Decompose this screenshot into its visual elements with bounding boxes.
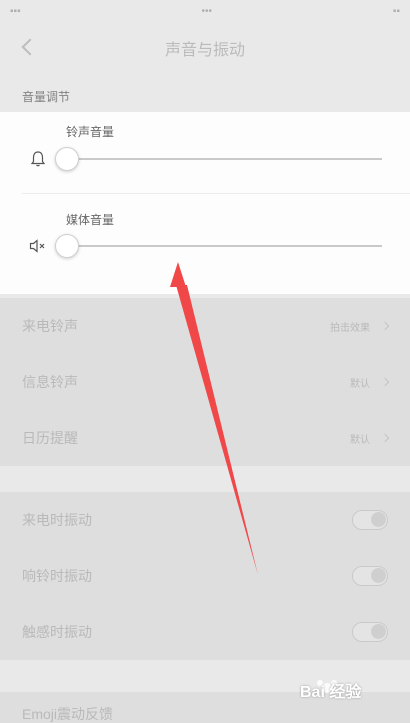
- battery-text: ▪▪: [392, 5, 400, 17]
- volume-card: 铃声音量 媒体音量: [0, 112, 410, 294]
- ringtone-setting-value: 拍击效果: [330, 322, 370, 334]
- vibration-settings-group: 来电时振动 响铃时振动 触感时振动: [0, 492, 410, 660]
- vibrate-on-touch-label: 触感时振动: [22, 624, 92, 640]
- vibrate-on-call-row: 来电时振动: [0, 492, 410, 548]
- speaker-muted-icon: [28, 236, 48, 256]
- divider: [22, 193, 410, 194]
- message-tone-value: 默认: [350, 378, 370, 390]
- page-title: 声音与振动: [164, 42, 245, 59]
- chevron-right-icon: [380, 321, 390, 331]
- chevron-right-icon: [380, 433, 390, 443]
- media-volume-row: 媒体音量: [0, 198, 410, 284]
- media-volume-track[interactable]: [66, 245, 382, 247]
- ringtone-setting-label: 来电铃声: [22, 318, 78, 334]
- media-volume-label: 媒体音量: [66, 213, 115, 227]
- status-bar: ▪▪▪ ••• ▪▪: [0, 0, 410, 22]
- vibrate-on-touch-row: 触感时振动: [0, 604, 410, 660]
- vibrate-on-call-toggle[interactable]: [352, 510, 388, 530]
- ringtone-setting-row[interactable]: 来电铃声 拍击效果: [0, 298, 410, 354]
- message-tone-label: 信息铃声: [22, 374, 78, 390]
- clock-text: •••: [201, 5, 213, 17]
- calendar-reminder-label: 日历提醒: [22, 430, 78, 446]
- back-button[interactable]: [18, 34, 40, 60]
- chevron-right-icon: [380, 377, 390, 387]
- volume-section-title: 音量调节: [22, 90, 71, 104]
- ringtone-volume-track[interactable]: [66, 158, 382, 160]
- watermark-text: Bai 经验: [300, 684, 362, 701]
- media-volume-slider-thumb[interactable]: [55, 234, 79, 258]
- vibrate-on-call-label: 来电时振动: [22, 512, 92, 528]
- message-tone-row[interactable]: 信息铃声 默认: [0, 354, 410, 410]
- calendar-reminder-value: 默认: [350, 434, 370, 446]
- ringtone-volume-row: 铃声音量: [0, 112, 410, 198]
- vibrate-on-ring-toggle[interactable]: [352, 566, 388, 586]
- calendar-reminder-row[interactable]: 日历提醒 默认: [0, 410, 410, 466]
- page-header: 声音与振动: [0, 22, 410, 74]
- ringtone-volume-label: 铃声音量: [66, 125, 115, 139]
- vibrate-on-touch-toggle[interactable]: [352, 622, 388, 642]
- vibrate-on-ring-row: 响铃时振动: [0, 548, 410, 604]
- vibrate-on-ring-label: 响铃时振动: [22, 568, 92, 584]
- carrier-text: ▪▪▪: [10, 5, 21, 17]
- ringtone-settings-group: 来电铃声 拍击效果 信息铃声 默认 日历提醒 默认: [0, 298, 410, 466]
- bell-icon: [28, 149, 48, 169]
- ringtone-volume-slider-thumb[interactable]: [55, 147, 79, 171]
